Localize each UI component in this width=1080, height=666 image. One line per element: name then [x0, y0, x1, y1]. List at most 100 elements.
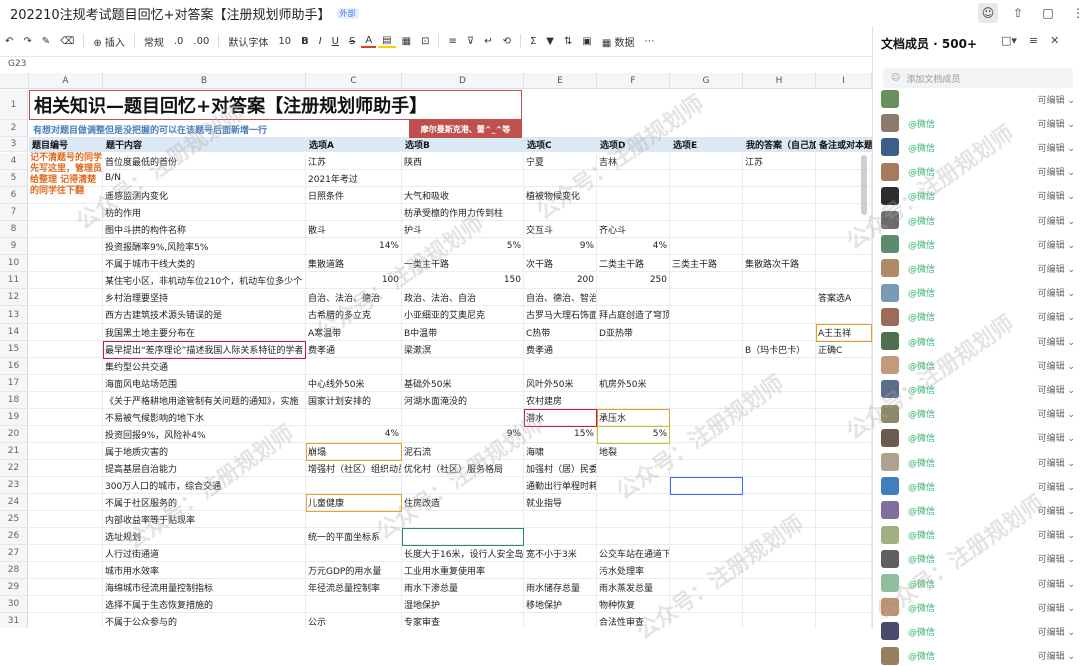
- table-cell[interactable]: [402, 511, 524, 528]
- table-cell[interactable]: 宁夏: [524, 153, 597, 170]
- table-cell[interactable]: [743, 426, 816, 443]
- row-header[interactable]: 6: [0, 187, 28, 204]
- member-item[interactable]: @微信 可编辑 ⌄: [881, 500, 1075, 520]
- table-cell[interactable]: A寒温带: [306, 324, 402, 341]
- add-member-input[interactable]: ☺ 添加文档成员: [883, 68, 1073, 88]
- table-cell[interactable]: [743, 324, 816, 341]
- table-cell[interactable]: 宽不小于3米: [524, 545, 597, 562]
- column-title[interactable]: 选项E: [670, 137, 743, 152]
- table-cell[interactable]: [670, 358, 743, 375]
- table-cell[interactable]: 湿地保护: [402, 596, 524, 613]
- table-cell[interactable]: [816, 375, 872, 392]
- align-middle-icon[interactable]: ⊽: [463, 36, 478, 47]
- table-cell[interactable]: [670, 204, 743, 221]
- row-header[interactable]: 28: [0, 562, 28, 579]
- table-cell[interactable]: 自治、法治、德治: [306, 289, 402, 306]
- table-cell[interactable]: [402, 409, 524, 426]
- spreadsheet-grid[interactable]: A B C D E F G H I 1 2 3 题目编号 题干内容 选项A 选项B 选项C 选项D 选项E 我的答案（…: [0, 73, 872, 628]
- table-cell[interactable]: 二类主干路: [597, 255, 670, 272]
- table-cell[interactable]: [29, 204, 103, 221]
- document-title[interactable]: 202210注规考试题目回忆+对答案【注册规划师助手】: [10, 4, 331, 23]
- row-header[interactable]: 20: [0, 426, 28, 443]
- table-cell[interactable]: 图中斗拱的构件名称: [103, 221, 306, 238]
- table-cell[interactable]: 答案选A: [816, 289, 872, 306]
- table-cell[interactable]: [816, 306, 872, 324]
- member-item[interactable]: @微信 可编辑 ⌄: [881, 428, 1075, 448]
- table-cell[interactable]: [743, 238, 816, 255]
- table-cell[interactable]: 工业用水重复使用率: [402, 562, 524, 579]
- font-family-select[interactable]: 默认字体: [224, 34, 272, 49]
- table-cell[interactable]: 100: [306, 272, 402, 289]
- table-cell[interactable]: 优化村（社区）服务格局: [402, 460, 524, 477]
- table-cell[interactable]: 风叶外50米: [524, 375, 597, 392]
- member-item[interactable]: @微信 可编辑 ⌄: [881, 573, 1075, 593]
- member-item[interactable]: @微信 可编辑 ⌄: [881, 525, 1075, 545]
- table-cell[interactable]: [816, 562, 872, 579]
- table-cell[interactable]: 统一的平面坐标系: [306, 528, 402, 545]
- table-cell[interactable]: 雨水下渗总量: [402, 579, 524, 596]
- clear-format-icon[interactable]: ⌫: [56, 36, 78, 47]
- table-cell[interactable]: 日照条件: [306, 187, 402, 204]
- row-header[interactable]: 15: [0, 341, 28, 358]
- table-cell[interactable]: [29, 579, 103, 596]
- row-header[interactable]: 14: [0, 324, 28, 341]
- row-header[interactable]: 17: [0, 375, 28, 392]
- decimal-more-icon[interactable]: .00: [189, 36, 213, 47]
- row-header[interactable]: 21: [0, 443, 28, 460]
- row-header[interactable]: 30: [0, 596, 28, 613]
- table-cell[interactable]: 4%: [597, 238, 670, 255]
- vertical-scrollbar[interactable]: [861, 155, 867, 215]
- permission-select[interactable]: 可编辑 ⌄: [1038, 93, 1075, 106]
- member-item[interactable]: @微信 可编辑 ⌄: [881, 210, 1075, 230]
- table-cell[interactable]: 5%: [402, 238, 524, 255]
- rotate-icon[interactable]: ⟲: [499, 36, 515, 47]
- row-header[interactable]: 24: [0, 494, 28, 511]
- column-title[interactable]: 选项B: [402, 137, 524, 152]
- more-tools-icon[interactable]: ⋯: [640, 36, 658, 47]
- table-cell[interactable]: [670, 153, 743, 170]
- table-cell[interactable]: 不属于公众参与的: [103, 613, 306, 628]
- member-item[interactable]: @微信 可编辑 ⌄: [881, 186, 1075, 206]
- permission-select[interactable]: 可编辑 ⌄: [1038, 117, 1075, 130]
- table-cell[interactable]: 吉林: [597, 153, 670, 170]
- table-cell[interactable]: [670, 426, 743, 443]
- row-header[interactable]: 11: [0, 272, 28, 289]
- chat-icon[interactable]: □▾: [1001, 34, 1017, 47]
- table-cell[interactable]: [743, 306, 816, 324]
- sum-icon[interactable]: Σ: [526, 36, 540, 47]
- column-title[interactable]: 题目编号: [29, 137, 103, 152]
- permission-select[interactable]: 可编辑 ⌄: [1038, 189, 1075, 202]
- column-header-e[interactable]: E: [524, 73, 597, 89]
- table-cell[interactable]: 300万人口的城市，综合交通: [103, 477, 306, 494]
- table-cell[interactable]: [816, 613, 872, 628]
- table-cell[interactable]: 不属于城市干线大类的: [103, 255, 306, 272]
- table-cell[interactable]: 增强村（社区）组织动员: [306, 460, 402, 477]
- table-cell[interactable]: [670, 494, 743, 511]
- table-cell[interactable]: [816, 358, 872, 375]
- table-cell[interactable]: [816, 221, 872, 238]
- table-cell[interactable]: 小亚细亚的艾奥尼克: [402, 306, 524, 324]
- table-cell[interactable]: [670, 528, 743, 545]
- table-cell[interactable]: [816, 579, 872, 596]
- column-header-c[interactable]: C: [306, 73, 402, 89]
- column-title[interactable]: 选项D: [597, 137, 670, 152]
- italic-button[interactable]: I: [315, 36, 326, 47]
- table-cell[interactable]: 海绵城市径流用量控制指标: [103, 579, 306, 596]
- more-icon[interactable]: ⋮: [1068, 3, 1080, 23]
- table-cell[interactable]: [816, 255, 872, 272]
- table-cell[interactable]: 公示: [306, 613, 402, 628]
- table-cell[interactable]: 通勤出行单程时耗60分钟: [524, 477, 597, 494]
- row-header[interactable]: 9: [0, 238, 28, 255]
- column-header-a[interactable]: A: [29, 73, 103, 89]
- permission-select[interactable]: 可编辑 ⌄: [1038, 335, 1075, 348]
- table-cell[interactable]: [743, 392, 816, 409]
- number-format-select[interactable]: 常规: [140, 34, 168, 49]
- table-cell[interactable]: 污水处理率: [597, 562, 670, 579]
- permission-select[interactable]: 可编辑 ⌄: [1038, 286, 1075, 299]
- table-cell[interactable]: 5%: [597, 426, 670, 443]
- table-cell[interactable]: [29, 272, 103, 289]
- sort-icon[interactable]: ⇅: [560, 36, 576, 47]
- table-cell[interactable]: [743, 443, 816, 460]
- table-cell[interactable]: 承压水: [597, 409, 670, 426]
- table-cell[interactable]: [816, 511, 872, 528]
